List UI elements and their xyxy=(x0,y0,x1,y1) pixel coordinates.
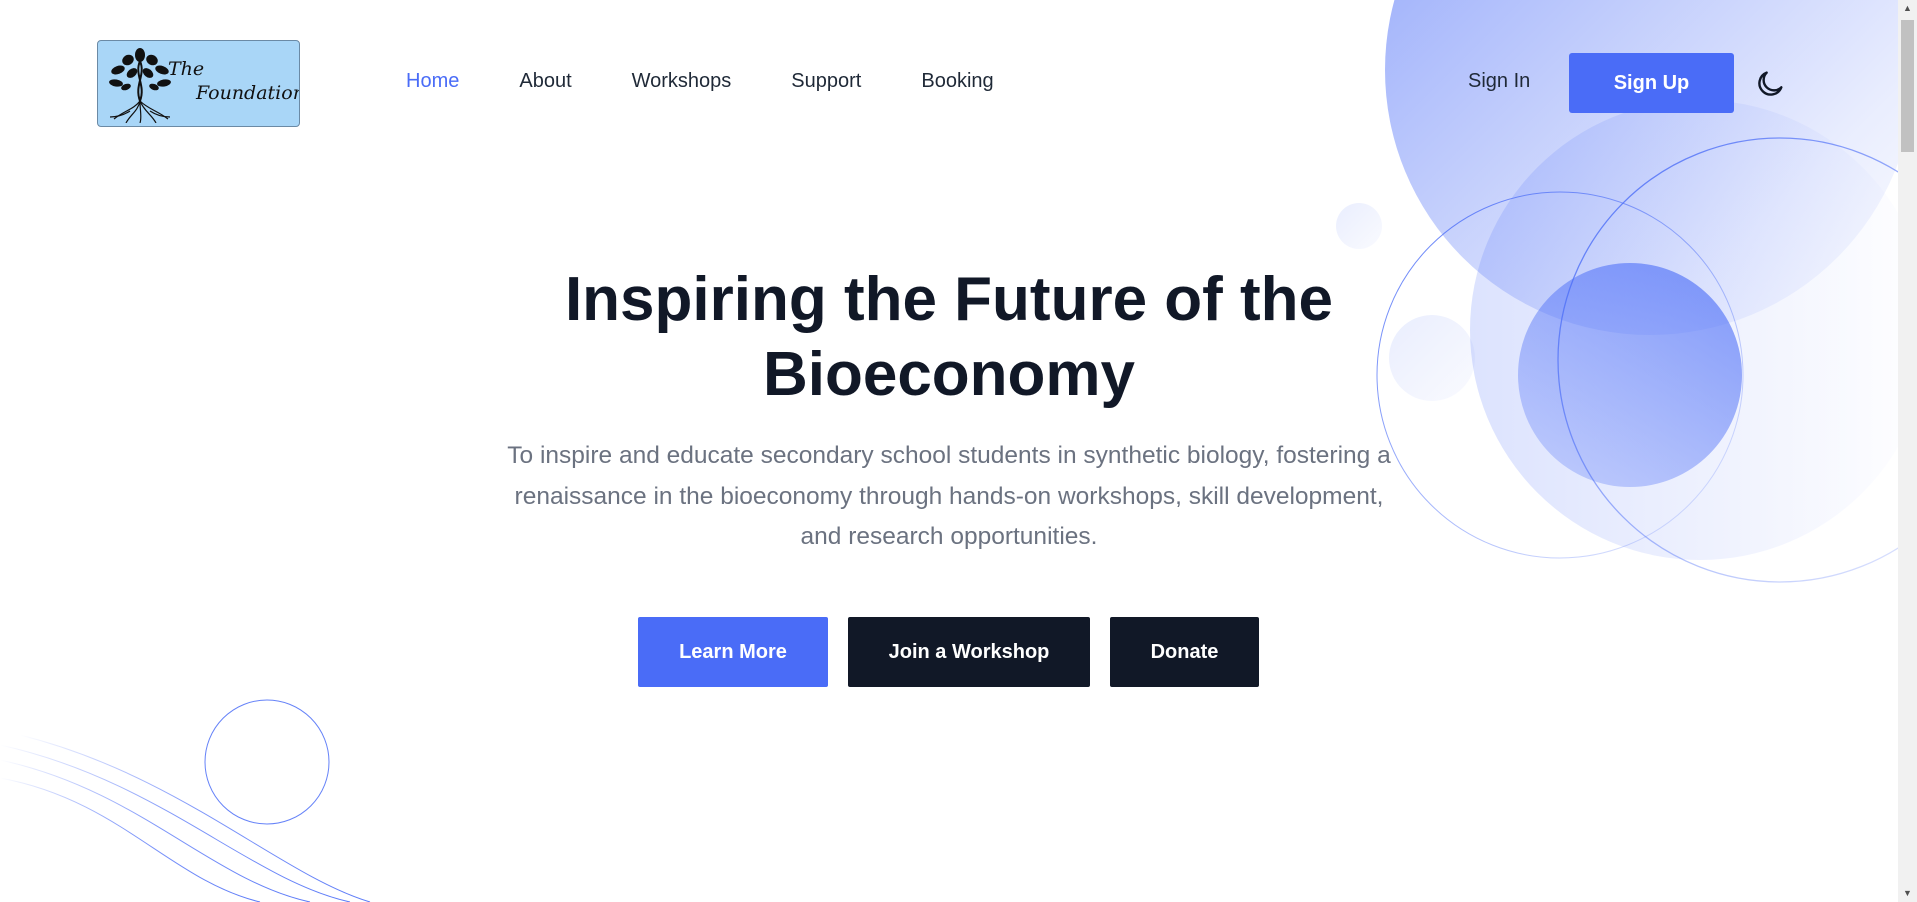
nav-item-support[interactable]: Support xyxy=(791,70,861,93)
logo-text-foundation: Foundation xyxy=(196,82,300,104)
join-workshop-button[interactable]: Join a Workshop xyxy=(848,617,1090,687)
donate-button[interactable]: Donate xyxy=(1110,617,1259,687)
hero-description-line-3: and research opportunities. xyxy=(800,523,1098,550)
hero-title-line-1: Inspiring the Future of the xyxy=(564,265,1334,334)
logo-text-the: The xyxy=(168,58,205,80)
learn-more-button[interactable]: Learn More xyxy=(638,617,828,687)
hero-description-line-2: renaissance in the bioeconomy through ha… xyxy=(514,482,1384,510)
sign-up-button[interactable]: Sign Up xyxy=(1569,53,1734,113)
hero-description: To inspire and educate secondary school … xyxy=(449,436,1449,558)
tree-logo-icon xyxy=(109,48,171,123)
site-logo[interactable]: The Foundation xyxy=(97,40,300,127)
nav-item-booking[interactable]: Booking xyxy=(921,70,993,93)
scroll-down-arrow-icon[interactable]: ▼ xyxy=(1898,885,1917,902)
hero-description-line-1: To inspire and educate secondary school … xyxy=(507,442,1391,469)
main-nav: Home About Workshops Support Booking xyxy=(406,70,1054,93)
hero-title-line-2: Bioeconomy xyxy=(762,340,1136,409)
nav-item-workshops[interactable]: Workshops xyxy=(632,70,732,93)
page-scrollbar[interactable]: ▲ ▼ xyxy=(1898,0,1917,902)
nav-item-about[interactable]: About xyxy=(519,70,571,93)
moon-icon xyxy=(1758,71,1783,96)
site-header: The Foundation Home About Workshops Supp… xyxy=(0,0,1898,166)
scroll-up-arrow-icon[interactable]: ▲ xyxy=(1898,0,1917,17)
page-viewport: The Foundation Home About Workshops Supp… xyxy=(0,0,1898,902)
hero-title: Inspiring the Future of the Bioeconomy xyxy=(449,262,1449,412)
scrollbar-thumb[interactable] xyxy=(1901,20,1914,152)
sign-in-link[interactable]: Sign In xyxy=(1468,70,1530,93)
nav-item-home[interactable]: Home xyxy=(406,70,459,93)
theme-toggle-button[interactable] xyxy=(1754,68,1786,100)
